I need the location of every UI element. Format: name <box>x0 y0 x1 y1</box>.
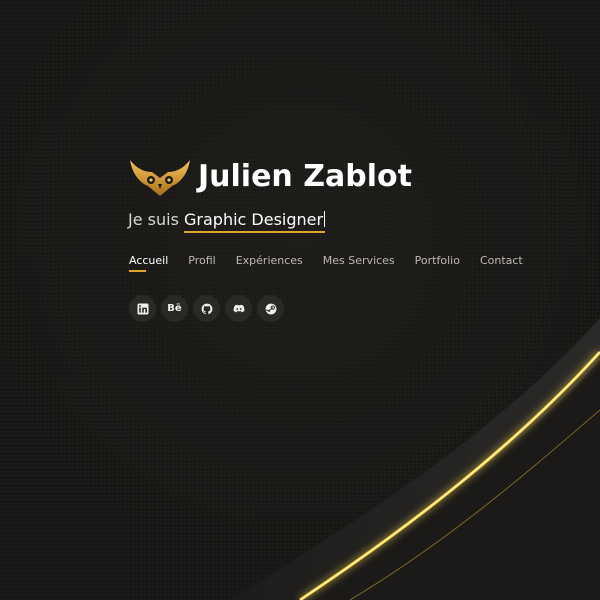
behance-icon: Bē <box>167 303 182 314</box>
discord-icon <box>233 304 244 312</box>
owl-logo-icon <box>130 160 190 196</box>
nav-contact[interactable]: Contact <box>480 253 523 269</box>
steam-button[interactable] <box>257 295 284 322</box>
nav-profil[interactable]: Profil <box>188 253 215 269</box>
nav-portfolio[interactable]: Portfolio <box>415 253 460 269</box>
typing-cursor <box>324 211 326 227</box>
hero-section: Julien Zablot Je suis Graphic Designer A… <box>0 0 600 600</box>
nav-accueil[interactable]: Accueil <box>129 253 168 272</box>
brand-header: Julien Zablot <box>128 156 412 198</box>
nav-experiences[interactable]: Expériences <box>236 253 303 269</box>
steam-icon <box>265 303 276 314</box>
tagline-role-text: Graphic Designer <box>184 210 324 229</box>
nav-mes-services[interactable]: Mes Services <box>323 253 395 269</box>
linkedin-button[interactable] <box>129 295 156 322</box>
site-title: Julien Zablot <box>198 159 412 194</box>
github-button[interactable] <box>193 295 220 322</box>
decorative-swoosh <box>230 318 600 600</box>
tagline: Je suis Graphic Designer <box>128 209 326 233</box>
linkedin-icon <box>137 303 148 314</box>
main-nav: Accueil Profil Expériences Mes Services … <box>129 253 543 272</box>
tagline-prefix: Je suis <box>128 210 179 229</box>
discord-button[interactable] <box>225 295 252 322</box>
social-links: Bē <box>129 295 289 322</box>
behance-button[interactable]: Bē <box>161 295 188 322</box>
github-icon <box>201 303 212 314</box>
tagline-role: Graphic Designer <box>184 210 326 233</box>
